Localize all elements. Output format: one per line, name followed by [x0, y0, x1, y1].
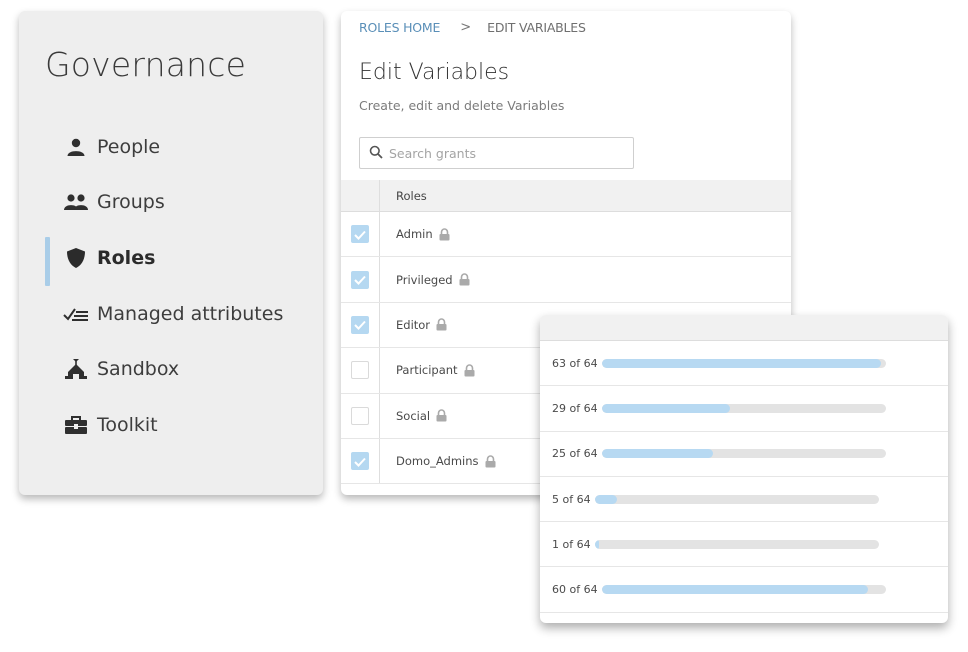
row-checkbox[interactable]	[351, 315, 369, 334]
toolbox-icon	[63, 414, 89, 436]
progress-count: 25 of 64	[552, 447, 598, 461]
progress-row: 29 of 64	[540, 386, 948, 432]
breadcrumb-current: EDIT VARIABLES	[487, 20, 586, 35]
search-input[interactable]	[389, 145, 619, 161]
progress-row: 5 of 64	[540, 477, 948, 523]
sidebar-item-toolkit[interactable]: Toolkit	[19, 397, 323, 453]
person-icon	[63, 136, 89, 158]
sidebar-item-label: Toolkit	[97, 413, 158, 436]
checkmark-icon	[354, 452, 366, 471]
progress-bar-fill	[601, 358, 882, 368]
row-check-cell	[341, 438, 380, 484]
role-cell: Editor	[380, 318, 447, 332]
progress-count: 5 of 64	[552, 492, 591, 506]
row-check-cell	[341, 302, 380, 348]
sidebar-item-groups[interactable]: Groups	[19, 175, 323, 231]
role-cell: Privileged	[380, 273, 470, 287]
progress-row: 25 of 64	[540, 432, 948, 477]
lock-icon	[485, 454, 496, 468]
page-title: Edit Variables	[359, 60, 510, 85]
progress-bar	[601, 585, 886, 595]
header-check-cell	[341, 180, 380, 211]
progress-panel-header	[540, 315, 948, 341]
role-name: Domo_Admins	[396, 454, 479, 469]
progress-count: 1 of 64	[552, 537, 591, 551]
progress-row: 1 of 64	[540, 522, 948, 568]
progress-count: 63 of 64	[552, 356, 598, 370]
groups-icon	[63, 191, 89, 213]
role-cell: Participant	[380, 363, 475, 377]
role-cell: Domo_Admins	[380, 454, 496, 468]
role-name: Admin	[396, 227, 433, 242]
row-checkbox[interactable]	[351, 225, 369, 244]
shield-icon	[63, 247, 89, 269]
sidebar-item-label: People	[97, 135, 161, 158]
search-box	[359, 137, 634, 169]
progress-bar	[601, 449, 886, 459]
sidebar-title: Governance	[45, 45, 247, 84]
row-check-cell	[341, 393, 380, 438]
row-check-cell	[341, 257, 380, 302]
progress-bar	[601, 403, 886, 413]
role-name: Social	[396, 408, 431, 423]
progress-count: 29 of 64	[552, 401, 598, 415]
sidebar-item-label: Sandbox	[97, 358, 180, 381]
checklist-icon	[63, 303, 89, 325]
breadcrumb: ROLES HOME > EDIT VARIABLES	[359, 20, 586, 35]
progress-bar-fill	[594, 494, 617, 504]
page-subtitle: Create, edit and delete Variables	[359, 98, 565, 113]
breadcrumb-roles-home-link[interactable]: ROLES HOME	[359, 20, 440, 35]
lock-icon	[464, 364, 475, 377]
row-check-cell	[341, 212, 380, 257]
row-checkbox[interactable]	[351, 270, 369, 289]
role-name: Editor	[396, 317, 431, 332]
progress-bar	[601, 358, 886, 368]
progress-row: 63 of 64	[540, 341, 948, 387]
row-check-cell	[341, 348, 380, 393]
table-row: Privileged	[341, 257, 791, 303]
sidebar-item-label: Roles	[97, 246, 156, 269]
sidebar-item-roles[interactable]: Roles	[19, 230, 323, 286]
sandbox-icon	[63, 358, 89, 380]
progress-bar-fill	[594, 539, 600, 549]
chevron-right-icon: >	[460, 20, 472, 35]
grant-progress-panel: 63 of 64 29 of 64 25 of 64 5 of 64 1 of 64 60…	[540, 315, 948, 623]
checkmark-icon	[354, 270, 366, 289]
search-icon	[369, 144, 383, 163]
progress-bar-fill	[601, 449, 713, 459]
role-name: Participant	[396, 363, 458, 378]
role-cell: Admin	[380, 227, 450, 241]
progress-bar-fill	[601, 585, 868, 595]
column-header-roles: Roles	[396, 188, 427, 203]
sidebar-item-people[interactable]: People	[19, 119, 323, 175]
checkmark-icon	[354, 225, 366, 244]
checkmark-icon	[354, 315, 366, 334]
lock-icon	[436, 409, 447, 422]
progress-count: 60 of 64	[552, 583, 598, 597]
row-checkbox[interactable]	[351, 452, 369, 471]
progress-bar	[594, 539, 879, 549]
lock-icon	[436, 318, 447, 331]
sidebar-item-label: Groups	[97, 191, 165, 214]
progress-list: 63 of 64 29 of 64 25 of 64 5 of 64 1 of 64 60…	[540, 341, 948, 613]
progress-row: 60 of 64	[540, 567, 948, 613]
sidebar-item-managed-attributes[interactable]: Managed attributes	[19, 286, 323, 342]
sidebar-item-sandbox[interactable]: Sandbox	[19, 341, 323, 397]
progress-bar-fill	[601, 403, 731, 413]
sidebar-item-label: Managed attributes	[97, 302, 284, 325]
progress-bar	[594, 494, 879, 504]
sidebar-nav: People Groups Roles Managed attributes S	[19, 119, 323, 453]
role-name: Privileged	[396, 272, 453, 287]
row-checkbox[interactable]	[351, 406, 369, 425]
table-row: Admin	[341, 212, 791, 258]
governance-sidebar: Governance People Groups Roles Managed a…	[19, 11, 323, 495]
role-cell: Social	[380, 409, 447, 423]
lock-icon	[459, 273, 470, 286]
row-checkbox[interactable]	[351, 361, 369, 380]
lock-icon	[439, 227, 450, 241]
table-header: Roles	[341, 180, 791, 212]
